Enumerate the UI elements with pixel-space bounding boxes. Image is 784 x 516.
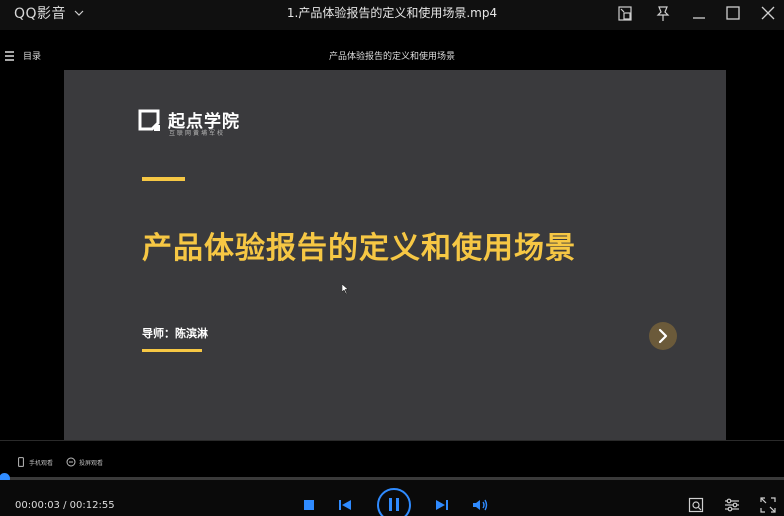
pause-icon[interactable] — [375, 486, 413, 516]
accent-bar — [142, 177, 185, 181]
phone-icon — [18, 457, 24, 467]
settings-icon[interactable] — [724, 497, 740, 513]
cast-icon — [66, 457, 76, 467]
mentor-underline — [142, 349, 202, 352]
next-icon[interactable] — [434, 498, 450, 512]
mouse-cursor-icon — [342, 284, 349, 294]
pin-icon[interactable] — [651, 3, 675, 25]
close-icon[interactable] — [756, 3, 780, 25]
time-display: 00:00:03 / 00:12:55 — [15, 500, 115, 511]
title-bar: QQ影音 1.产品体验报告的定义和使用场景.mp4 — [0, 0, 784, 30]
stop-icon[interactable] — [302, 498, 316, 512]
mini-mode-icon[interactable] — [613, 3, 637, 25]
cast-screen-label: 投屏观看 — [79, 460, 104, 467]
mentor-label: 导师：陈滨淋 — [142, 327, 208, 340]
previous-icon[interactable] — [337, 498, 353, 512]
slide-next-icon — [649, 322, 677, 350]
brand-mark-icon — [138, 109, 160, 131]
share-bar — [0, 441, 784, 477]
fullscreen-icon[interactable] — [760, 497, 776, 513]
brand-logo: 起点学院 互联网黄埔军校 — [138, 107, 278, 137]
brand-tagline: 互联网黄埔军校 — [169, 130, 226, 137]
volume-icon[interactable] — [472, 498, 490, 512]
now-playing-title: 产品体验报告的定义和使用场景 — [328, 52, 455, 62]
watch-on-phone-label: 手机观看 — [29, 460, 54, 467]
maximize-icon[interactable] — [721, 3, 745, 25]
video-frame[interactable]: 起点学院 互联网黄埔军校 产品体验报告的定义和使用场景 导师：陈滨淋 — [64, 70, 726, 440]
slide-title: 产品体验报告的定义和使用场景 — [142, 231, 576, 266]
minimize-icon[interactable] — [687, 3, 711, 25]
screenshot-icon[interactable] — [688, 497, 704, 513]
